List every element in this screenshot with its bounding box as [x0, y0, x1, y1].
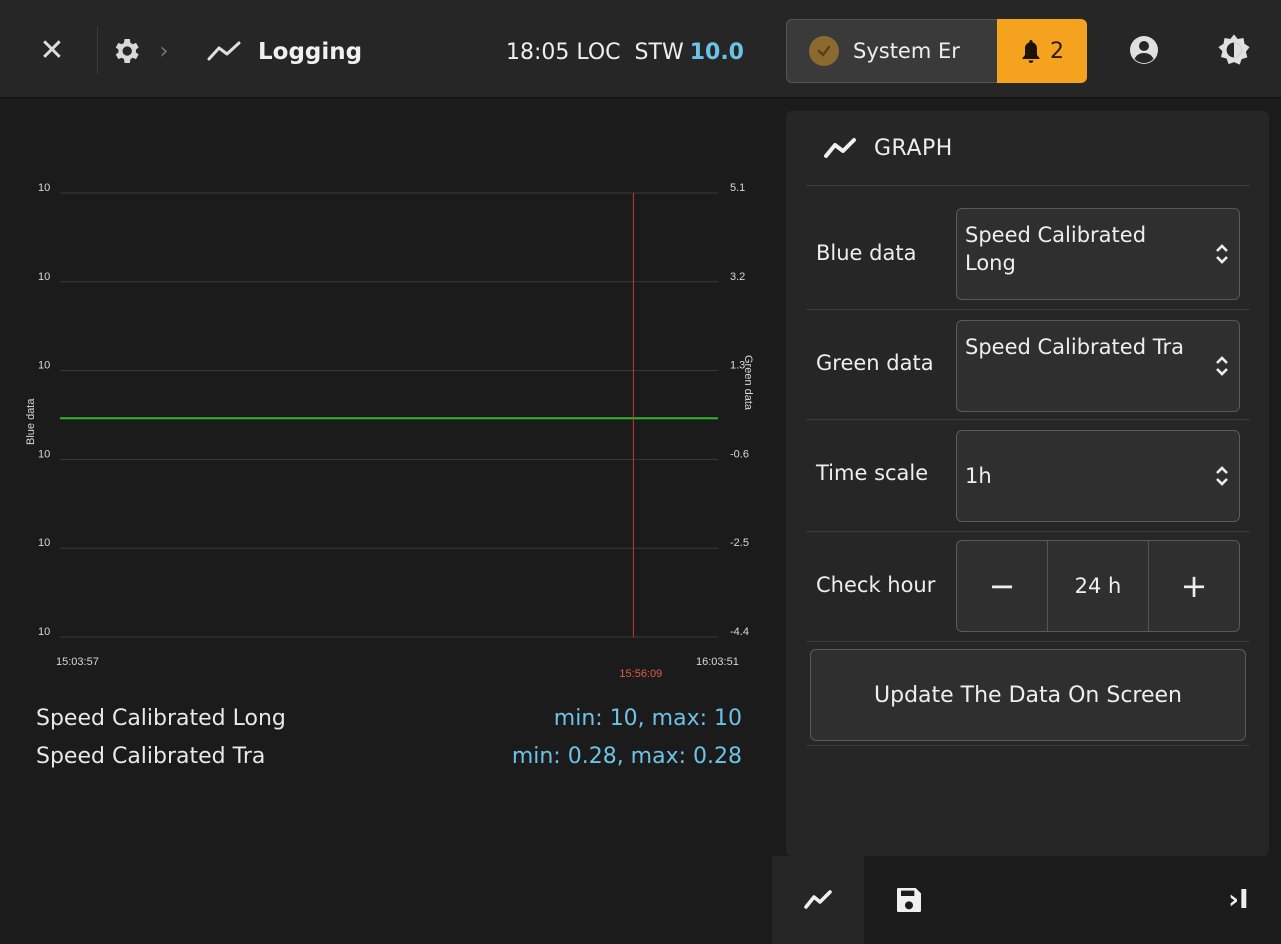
tab-graph[interactable] [772, 856, 864, 944]
legend-series-range: min: 10, max: 10 [553, 706, 742, 731]
save-icon [897, 888, 921, 912]
y-left-axis-label: Blue data [25, 398, 37, 445]
blue-data-value: Speed Calibrated Long [965, 223, 1147, 275]
y-left-tick-label: 10 [38, 537, 50, 549]
user-button[interactable] [1124, 30, 1164, 70]
x-tick-label: 16:03:51 [696, 656, 739, 668]
chart-area: 10 5.1 10 3.2 10 1.3 10 -0.6 10 -2.5 10 -4.4 Blue da… [0, 99, 772, 699]
graph-settings-panel: GRAPH Blue data Speed Calibrated Long Gr… [786, 111, 1269, 856]
green-data-select[interactable]: Speed Calibrated Tra [956, 320, 1240, 412]
local-time: 18:05 LOC [506, 39, 621, 65]
collapse-panel-button[interactable]: ›I [1196, 856, 1281, 944]
green-data-label: Green data [816, 351, 934, 375]
decrement-button[interactable]: − [957, 541, 1047, 631]
legend-series-name: Speed Calibrated Long [36, 706, 286, 731]
y-right-tick-label: 5.1 [730, 182, 745, 194]
update-data-button[interactable]: Update The Data On Screen [810, 649, 1246, 741]
tab-save[interactable] [864, 856, 954, 944]
sort-chevrons-icon [1215, 431, 1229, 521]
blue-data-select[interactable]: Speed Calibrated Long [956, 208, 1240, 300]
panel-header: GRAPH [806, 111, 1250, 186]
green-data-value: Speed Calibrated Tra [965, 335, 1184, 359]
x-tick-label: 15:03:57 [56, 656, 99, 668]
y-left-tick-label: 10 [38, 626, 50, 638]
theme-toggle-button[interactable] [1214, 30, 1254, 70]
legend-series-range: min: 0.28, max: 0.28 [511, 744, 742, 769]
status-dot-icon [809, 36, 839, 66]
sort-chevrons-icon [1215, 209, 1229, 299]
y-left-tick-label: 10 [38, 448, 50, 460]
y-left-tick-label: 10 [38, 271, 50, 283]
legend-series-name: Speed Calibrated Tra [36, 744, 266, 769]
alarm-button[interactable]: 2 [997, 19, 1087, 83]
stw-label: STW [634, 39, 684, 65]
legend-row-blue: Speed Calibrated Long min: 10, max: 10 [36, 706, 742, 740]
check-hour-stepper: − 24 h + [956, 540, 1240, 632]
legend-row-green: Speed Calibrated Tra min: 0.28, max: 0.2… [36, 744, 742, 778]
chevron-right-icon: › [159, 38, 169, 64]
time-scale-value: 1h [965, 464, 992, 488]
close-button[interactable]: ✕ [30, 28, 74, 72]
y-right-axis-label: Green data [742, 355, 754, 411]
trend-icon [207, 41, 241, 61]
trend-icon [804, 890, 832, 909]
green-data-row: Green data Speed Calibrated Tra [806, 309, 1250, 420]
close-icon: ✕ [39, 32, 65, 68]
blue-data-label: Blue data [816, 241, 917, 265]
gear-icon [115, 39, 139, 63]
time-scale-label: Time scale [816, 461, 929, 485]
panel-title: GRAPH [874, 135, 953, 161]
system-status-label: System Er [853, 39, 960, 63]
theme-icon [1218, 34, 1250, 65]
system-status-button[interactable]: System Er [786, 19, 998, 83]
top-bar: ✕ › Logging 18:05 LOC STW 10.0 System Er… [0, 0, 1281, 98]
breadcrumb-chevron: › [154, 37, 174, 65]
trend-icon [824, 138, 856, 158]
check-hour-row: Check hour − 24 h + [806, 531, 1250, 642]
check-hour-value: 24 h [1047, 541, 1149, 631]
page-title: Logging [258, 39, 363, 65]
check-hour-label: Check hour [816, 573, 936, 597]
alarm-count: 2 [1050, 38, 1064, 64]
panel-divider [806, 745, 1250, 746]
cursor-time-label: 15:56:09 [619, 668, 662, 680]
y-left-tick-label: 10 [38, 182, 50, 194]
y-right-tick-label: -0.6 [730, 448, 749, 460]
bell-icon [1022, 40, 1040, 63]
breadcrumb-icon [204, 36, 244, 66]
line-chart[interactable]: 10 5.110 3.210 1.310 -0.610 -2.510 -4.4Blue da… [0, 99, 772, 699]
toolbar-divider [97, 26, 98, 74]
y-right-tick-label: -2.5 [730, 537, 749, 549]
sort-chevrons-icon [1215, 321, 1229, 411]
time-scale-select[interactable]: 1h [956, 430, 1240, 522]
user-icon [1130, 36, 1158, 64]
increment-button[interactable]: + [1149, 541, 1239, 631]
y-right-tick-label: -4.4 [730, 626, 749, 638]
stw-value: 10.0 [689, 39, 744, 65]
blue-data-row: Blue data Speed Calibrated Long [806, 199, 1250, 310]
settings-button[interactable] [106, 31, 146, 71]
y-right-tick-label: 3.2 [730, 271, 745, 283]
time-scale-row: Time scale 1h [806, 419, 1250, 532]
y-left-tick-label: 10 [38, 360, 50, 372]
time-readout: 18:05 LOC STW 10.0 [506, 36, 744, 68]
